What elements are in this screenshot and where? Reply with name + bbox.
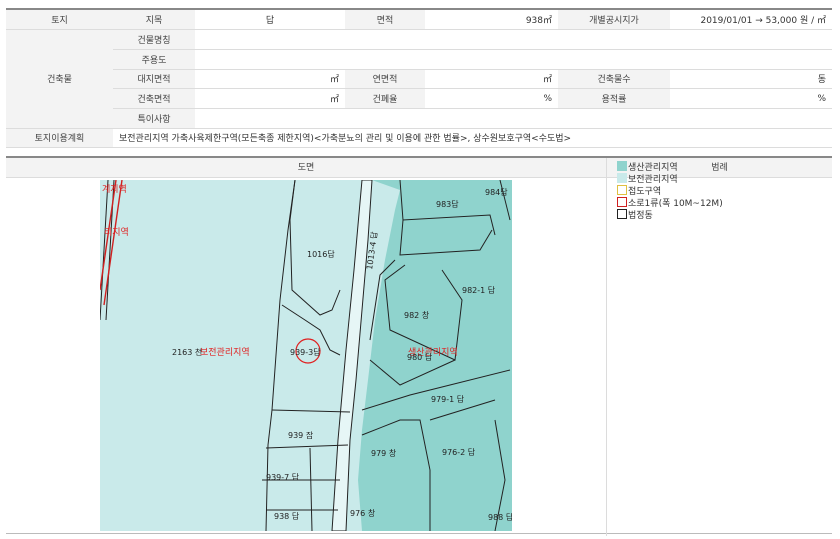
area-value: 938㎡ — [425, 10, 558, 31]
land-row: 토지 지목 답 면적 938㎡ 개별공시지가 2019/01/01 → 53,0… — [6, 10, 832, 31]
parcel-2163[interactable]: 2163 천 — [172, 347, 202, 357]
special-row: 특이사항 — [6, 108, 832, 129]
legend-item-small-road: 소로1류(폭 10M~12M) — [617, 196, 723, 209]
zone-label-conservation: 보전관리지역 — [200, 347, 250, 358]
site-area-row: 대지면적 ㎡ 연면적 ㎡ 건축물수 동 — [6, 69, 832, 90]
floor-area-label: 연면적 — [345, 69, 425, 90]
building-header: 건축물 — [6, 29, 113, 129]
parcel-1016[interactable]: 1016답 — [307, 249, 335, 259]
price-label: 개별공시지가 — [558, 10, 670, 31]
legend-item-legal-dong: 법정동 — [617, 208, 723, 221]
area-label: 면적 — [345, 10, 425, 31]
legend-swatch-small-road — [617, 197, 627, 207]
building-count-value: 동 — [670, 69, 832, 90]
parcel-983[interactable]: 983답 — [436, 199, 459, 209]
jimok-label: 지목 — [113, 10, 195, 31]
building-name-row: 건축물 건물명칭 — [6, 29, 832, 129]
parcel-939-3[interactable]: 939-3답 — [290, 347, 321, 357]
far-value: % — [670, 88, 832, 109]
zone-label-2: 리지역 — [104, 227, 129, 238]
special-label: 특이사항 — [113, 108, 195, 129]
floor-area-value: ㎡ — [425, 69, 558, 90]
legend-swatch-legal-dong — [617, 209, 627, 219]
parcel-939-7[interactable]: 939-7 답 — [266, 472, 300, 482]
parcel-982[interactable]: 982 창 — [404, 311, 430, 320]
parcel-938[interactable]: 938 답 — [274, 511, 300, 521]
map-canvas[interactable]: 계지역 리지역 보전관리지역 생산관리지역 984답 983답 1016답 10… — [100, 180, 512, 531]
parcel-988[interactable]: 988 답 — [488, 512, 512, 522]
building-name-value — [195, 29, 832, 50]
site-area-value: ㎡ — [195, 69, 345, 90]
price-value: 2019/01/01 → 53,000 원 / ㎡ — [670, 10, 832, 31]
map-title: 도면 — [6, 158, 606, 178]
parcel-984[interactable]: 984답 — [485, 187, 508, 197]
road-lines — [100, 180, 123, 306]
legend-swatch-road-buffer — [617, 185, 627, 195]
main-use-value — [195, 49, 832, 70]
legend-item-conservation: 보전관리지역 — [617, 172, 723, 185]
panel-divider — [606, 158, 607, 536]
far-label: 용적률 — [558, 88, 670, 109]
site-area-label: 대지면적 — [113, 69, 195, 90]
parcel-980[interactable]: 980 답 — [407, 352, 433, 362]
parcel-979-1[interactable]: 979-1 답 — [431, 394, 465, 404]
legend-item-production: 생산관리지역 — [617, 160, 723, 173]
parcel-976[interactable]: 976 창 — [350, 509, 376, 518]
build-area-label: 건축면적 — [113, 88, 195, 109]
special-value — [195, 108, 832, 129]
main-use-row: 주용도 — [6, 49, 832, 70]
parcel-982-1[interactable]: 982-1 답 — [462, 285, 496, 295]
build-area-value: ㎡ — [195, 88, 345, 109]
building-count-label: 건축물수 — [558, 69, 670, 90]
legend-swatch-production — [617, 161, 627, 171]
main-use-label: 주용도 — [113, 49, 195, 70]
parcel-979[interactable]: 979 창 — [371, 449, 397, 458]
landuse-value: 보전관리지역 가축사육제한구역(모든축종 제한지역)<가축분뇨의 관리 및 이용… — [113, 128, 832, 149]
legend-label-legal-dong: 법정동 — [628, 210, 653, 221]
landuse-label: 토지이용계획 — [6, 128, 113, 149]
zone-label-1: 계지역 — [102, 183, 127, 195]
jimok-value: 답 — [195, 10, 345, 31]
legend-swatch-conservation — [617, 173, 627, 183]
cadastral-map[interactable]: 계지역 리지역 보전관리지역 생산관리지역 984답 983답 1016답 10… — [100, 180, 512, 531]
parcel-976-2[interactable]: 976-2 답 — [442, 447, 476, 457]
land-info-table: 토지 지목 답 면적 938㎡ 개별공시지가 2019/01/01 → 53,0… — [6, 8, 832, 149]
legend-item-road-buffer: 접도구역 — [617, 184, 723, 197]
building-name-label: 건물명칭 — [113, 29, 195, 50]
land-header: 토지 — [6, 10, 113, 31]
build-area-row: 건축면적 ㎡ 건폐율 % 용적률 % — [6, 88, 832, 109]
coverage-value: % — [425, 88, 558, 109]
coverage-label: 건폐율 — [345, 88, 425, 109]
parcel-939[interactable]: 939 잡 — [288, 430, 314, 440]
landuse-row: 토지이용계획 보전관리지역 가축사육제한구역(모든축종 제한지역)<가축분뇨의 … — [6, 128, 832, 149]
map-legend: 생산관리지역 보전관리지역 접도구역 소로1류(폭 10M~12M) 법정동 — [617, 160, 723, 221]
